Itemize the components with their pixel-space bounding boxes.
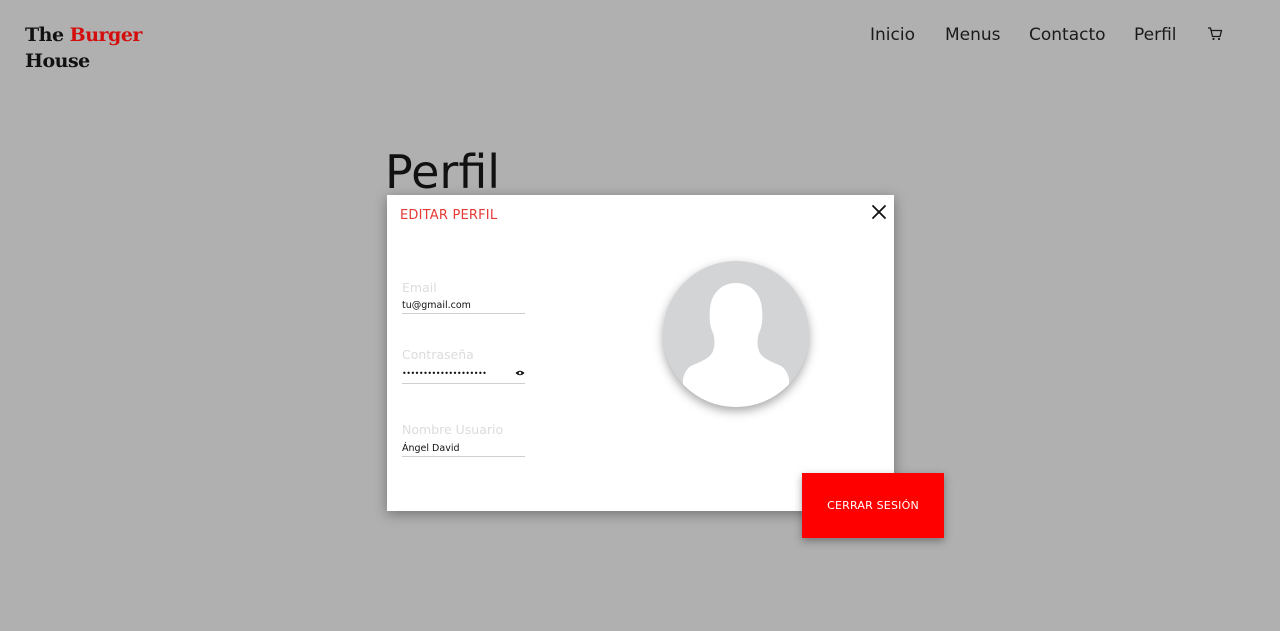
user-silhouette-icon xyxy=(683,283,789,407)
username-field: Nombre Usuario Ángel David xyxy=(402,422,525,457)
email-input[interactable]: tu@gmail.com xyxy=(402,299,525,314)
page-title: Perfil xyxy=(385,145,501,199)
nav-item-menus[interactable]: Menus xyxy=(945,24,1001,46)
password-field: Contraseña •••••••••••••••••••• xyxy=(402,347,525,384)
eye-icon[interactable] xyxy=(515,369,525,377)
avatar[interactable] xyxy=(663,261,809,407)
edit-profile-modal: EDITAR PERFIL Email tu@gmail.com Contras… xyxy=(387,195,894,511)
password-input[interactable]: •••••••••••••••••••• xyxy=(402,367,525,384)
logo-word-house: House xyxy=(25,50,90,72)
modal-title: EDITAR PERFIL xyxy=(400,208,498,223)
nav-item-perfil[interactable]: Perfil xyxy=(1134,24,1177,46)
main-nav: Inicio Menus Contacto Perfil xyxy=(0,24,1280,48)
email-field: Email tu@gmail.com xyxy=(402,280,525,314)
username-label: Nombre Usuario xyxy=(402,422,504,437)
password-value: •••••••••••••••••••• xyxy=(402,369,487,378)
nav-item-contacto[interactable]: Contacto xyxy=(1029,24,1106,46)
email-label: Email xyxy=(402,280,437,295)
username-input[interactable]: Ángel David xyxy=(402,442,525,457)
nav-item-inicio[interactable]: Inicio xyxy=(870,24,915,46)
logout-button[interactable]: CERRAR SESIÓN xyxy=(802,473,944,538)
close-icon[interactable] xyxy=(870,203,888,221)
cart-icon[interactable] xyxy=(1207,26,1223,42)
password-label: Contraseña xyxy=(402,347,474,362)
